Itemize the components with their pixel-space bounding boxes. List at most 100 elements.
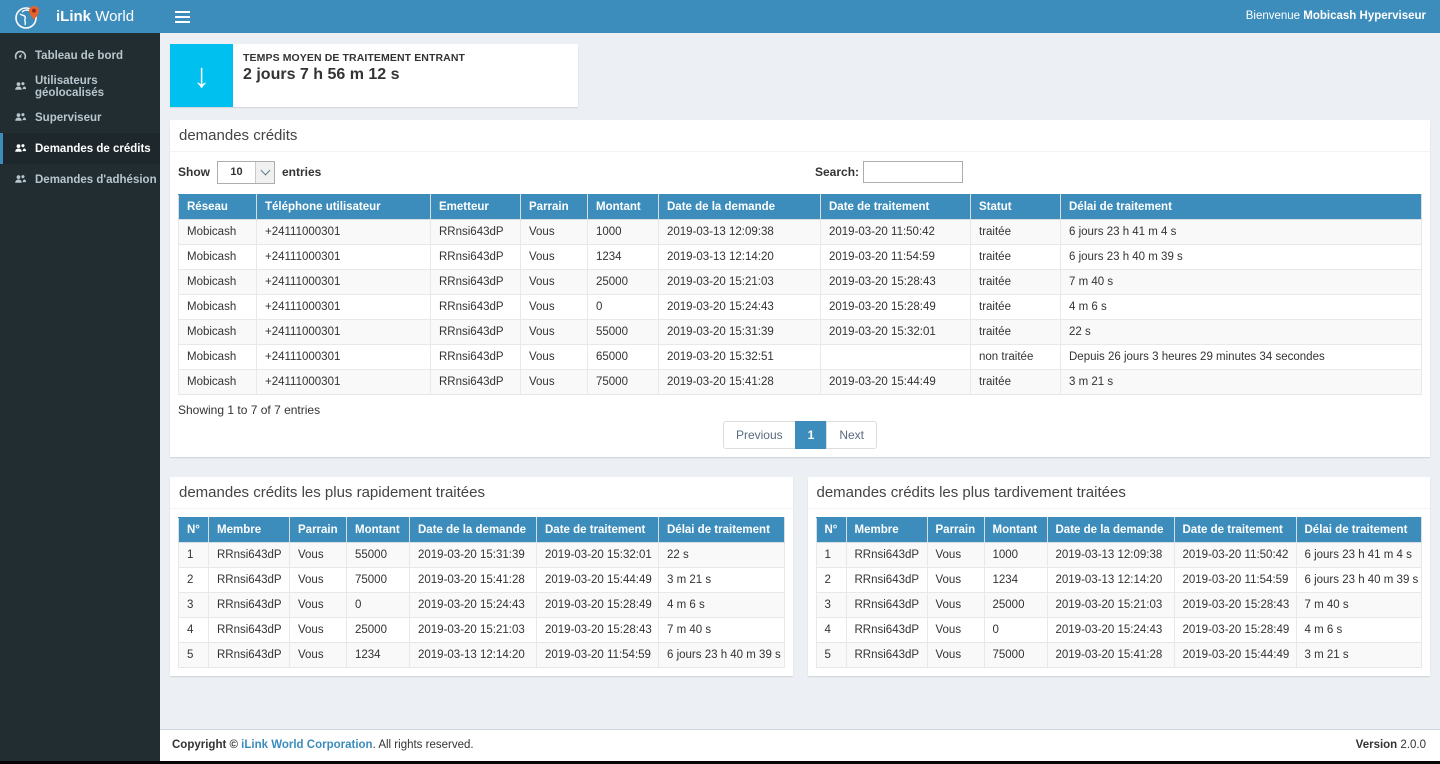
table-cell: Vous (927, 593, 984, 618)
copyright-text: Copyright © iLink World Corporation. All… (172, 739, 474, 751)
table-cell: 7 m 40 s (1061, 270, 1422, 295)
table-cell: +24111000301 (257, 245, 431, 270)
table-header-row: RéseauTéléphone utilisateurEmetteurParra… (179, 195, 1422, 220)
company-link[interactable]: iLink World Corporation (241, 739, 372, 751)
column-header[interactable]: Parrain (290, 518, 347, 543)
table-cell: Vous (521, 220, 588, 245)
column-header[interactable]: Parrain (927, 518, 984, 543)
welcome-text: Bienvenue Mobicash Hyperviseur (1246, 0, 1426, 33)
sidebar-item-superviseur[interactable]: Superviseur (0, 102, 160, 133)
brand[interactable]: iLink World (0, 0, 160, 33)
table-header-row: N°MembreParrainMontantDate de la demande… (179, 518, 785, 543)
table-cell: 2019-03-13 12:14:20 (659, 245, 821, 270)
search-control: Search: (815, 161, 963, 183)
table-cell: RRnsi643dP (846, 618, 927, 643)
table-row: 2RRnsi643dPVous750002019-03-20 15:41:282… (179, 568, 785, 593)
sidebar-item-tableau-de-bord[interactable]: Tableau de bord (0, 40, 160, 71)
table-cell: 25000 (984, 593, 1047, 618)
table-cell: +24111000301 (257, 320, 431, 345)
sidebar-item-demandes-de-credits[interactable]: Demandes de crédits (0, 133, 160, 164)
table-cell: 2019-03-20 11:54:59 (1174, 568, 1296, 593)
column-header[interactable]: Téléphone utilisateur (257, 195, 431, 220)
table-cell: Vous (521, 320, 588, 345)
table-cell: RRnsi643dP (431, 345, 521, 370)
sidebar-toggle-button[interactable] (160, 0, 204, 33)
table-row: Mobicash+24111000301RRnsi643dPVous123420… (179, 245, 1422, 270)
page-number-button[interactable]: 1 (795, 421, 828, 449)
table-cell: 2019-03-13 12:14:20 (410, 643, 537, 668)
table-cell: 2019-03-20 15:44:49 (821, 370, 971, 395)
table-row: 5RRnsi643dPVous750002019-03-20 15:41:282… (816, 643, 1422, 668)
table-row: 1RRnsi643dPVous10002019-03-13 12:09:3820… (816, 543, 1422, 568)
column-header[interactable]: N° (179, 518, 209, 543)
table-cell: Vous (521, 270, 588, 295)
table-cell: 3 m 21 s (659, 568, 785, 593)
show-label: Show (178, 165, 210, 179)
column-header[interactable]: Délai de traitement (1296, 518, 1422, 543)
sidebar: iLink World Tableau de bord Utilisateurs… (0, 0, 160, 761)
sidebar-item-label: Tableau de bord (35, 50, 123, 62)
table-cell: 2019-03-20 15:28:49 (821, 295, 971, 320)
table-cell: 2019-03-13 12:09:38 (659, 220, 821, 245)
sidebar-item-utilisateurs-geolocalises[interactable]: Utilisateurs géolocalisés (0, 71, 160, 102)
brand-text: iLink World (56, 8, 134, 25)
column-header[interactable]: Date de la demande (1047, 518, 1174, 543)
column-header[interactable]: Réseau (179, 195, 257, 220)
table-cell: 4 m 6 s (1061, 295, 1422, 320)
column-header[interactable]: N° (816, 518, 846, 543)
column-header[interactable]: Membre (209, 518, 290, 543)
page-length-control: Show 10 entries (178, 160, 1422, 184)
column-header[interactable]: Délai de traitement (1061, 195, 1422, 220)
table-cell: 1234 (588, 245, 659, 270)
table-cell: RRnsi643dP (209, 568, 290, 593)
table-cell: 1234 (984, 568, 1047, 593)
column-header[interactable]: Montant (984, 518, 1047, 543)
table-cell: Vous (290, 643, 347, 668)
table-cell: Mobicash (179, 295, 257, 320)
previous-page-button[interactable]: Previous (723, 421, 796, 449)
table-row: Mobicash+24111000301RRnsi643dPVous750002… (179, 370, 1422, 395)
table-cell: non traitée (971, 345, 1061, 370)
column-header[interactable]: Date de traitement (821, 195, 971, 220)
table-cell: 2019-03-20 15:41:28 (659, 370, 821, 395)
main-content: ↓ TEMPS MOYEN DE TRAITEMENT ENTRANT 2 jo… (160, 33, 1440, 676)
table-cell: 75000 (588, 370, 659, 395)
table-cell: 25000 (588, 270, 659, 295)
table-cell: 75000 (984, 643, 1047, 668)
fastest-credits-table: N°MembreParrainMontantDate de la demande… (178, 517, 785, 668)
column-header[interactable]: Date de la demande (410, 518, 537, 543)
table-cell: RRnsi643dP (846, 593, 927, 618)
column-header[interactable]: Date de la demande (659, 195, 821, 220)
column-header[interactable]: Montant (588, 195, 659, 220)
table-cell: 2019-03-20 15:41:28 (410, 568, 537, 593)
table-cell: traitée (971, 245, 1061, 270)
column-header[interactable]: Parrain (521, 195, 588, 220)
table-cell: 2 (179, 568, 209, 593)
sidebar-item-label: Demandes d'adhésion (35, 174, 157, 186)
column-header[interactable]: Date de traitement (1174, 518, 1296, 543)
table-cell: 7 m 40 s (1296, 593, 1422, 618)
table-cell: 2019-03-20 15:28:49 (1174, 618, 1296, 643)
table-cell: 2019-03-20 15:32:01 (537, 543, 659, 568)
sidebar-item-demandes-adhesion[interactable]: Demandes d'adhésion (0, 164, 160, 195)
column-header[interactable]: Emetteur (431, 195, 521, 220)
column-header[interactable]: Statut (971, 195, 1061, 220)
table-cell: 2019-03-20 15:21:03 (1047, 593, 1174, 618)
column-header[interactable]: Membre (846, 518, 927, 543)
table-cell: RRnsi643dP (431, 295, 521, 320)
search-input[interactable] (863, 161, 963, 183)
table-cell: 65000 (588, 345, 659, 370)
globe-pin-logo-icon (14, 3, 42, 31)
table-cell: RRnsi643dP (431, 270, 521, 295)
page-length-select[interactable]: 10 (217, 161, 275, 184)
column-header[interactable]: Délai de traitement (659, 518, 785, 543)
table-cell: Vous (927, 543, 984, 568)
table-cell: 2019-03-20 15:28:43 (537, 618, 659, 643)
table-cell: Mobicash (179, 370, 257, 395)
table-cell: RRnsi643dP (431, 220, 521, 245)
next-page-button[interactable]: Next (826, 421, 877, 449)
column-header[interactable]: Montant (347, 518, 410, 543)
slowest-credits-table: N°MembreParrainMontantDate de la demande… (816, 517, 1423, 668)
column-header[interactable]: Date de traitement (537, 518, 659, 543)
table-cell: 6 jours 23 h 40 m 39 s (1061, 245, 1422, 270)
